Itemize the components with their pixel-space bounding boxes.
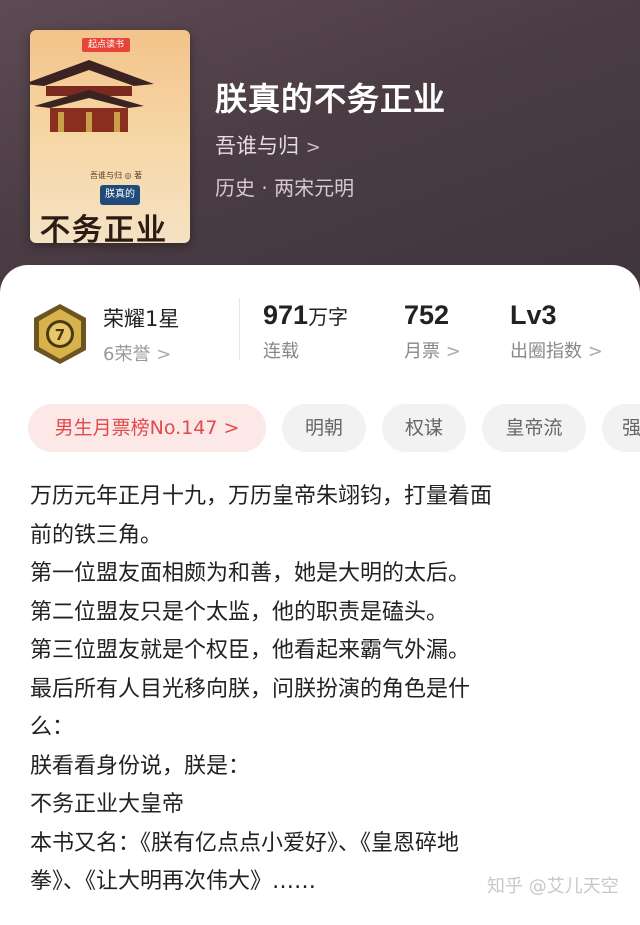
popularity-index-stat[interactable]: Lv3 出圈指数 >: [510, 300, 603, 363]
tag-ranking[interactable]: 男生月票榜No.147 >: [28, 404, 266, 452]
popularity-index-label: 出圈指数: [510, 341, 582, 362]
description-line: 最后所有人目光移向朕，问朕扮演的角色是什: [30, 676, 471, 702]
word-count-value: 971: [263, 300, 309, 330]
publisher-logo: 起点读书: [82, 38, 131, 52]
chevron-right-icon: >: [305, 137, 321, 158]
palace-roof-illustration: [30, 60, 154, 132]
stats-divider: [239, 298, 240, 360]
description-line: 第一位盟友面相颇为和善，她是大明的太后。: [30, 561, 471, 586]
book-title: 朕真的不务正业: [215, 80, 447, 118]
chevron-right-icon: >: [156, 344, 172, 365]
book-cover[interactable]: 起点读书 吾谁与归 ◎ 著 朕真的 不务正业: [30, 30, 190, 243]
monthly-votes-stat[interactable]: 752 月票 >: [404, 300, 461, 363]
honor-level: 荣耀1星: [103, 307, 180, 331]
book-description[interactable]: 万历元年正月十九，万历皇帝朱翊钧，打量着面 前的铁三角。 第一位盟友面相颇为和善…: [30, 478, 615, 902]
word-count-unit: 万字: [308, 305, 349, 329]
tag-intrigue[interactable]: 权谋: [382, 404, 466, 452]
description-line: 第二位盟友只是个太监，他的职责是磕头。: [30, 599, 449, 625]
chevron-right-icon: >: [445, 341, 461, 362]
tag-emperor[interactable]: 皇帝流: [482, 404, 586, 452]
description-line: 不务正业大皇帝: [30, 792, 185, 817]
status-label: 连载: [263, 341, 299, 362]
honor-count-link[interactable]: 6荣誉 >: [103, 340, 171, 366]
chevron-right-icon: >: [587, 341, 603, 362]
honor-count: 6荣誉: [103, 344, 151, 365]
word-count-stat: 971万字 连载: [263, 300, 348, 363]
svg-text:7: 7: [55, 326, 65, 344]
description-line: 第三位盟友就是个权臣，他看起来霸气外漏。: [30, 638, 471, 663]
monthly-votes-label: 月票: [404, 341, 440, 362]
monthly-votes-value: 752: [404, 300, 450, 330]
book-header: 起点读书 吾谁与归 ◎ 著 朕真的 不务正业 朕真的不务正业 吾谁与归 > 历史…: [0, 0, 640, 300]
tag-ming-dynasty[interactable]: 明朝: [282, 404, 366, 452]
cover-title-small: 朕真的: [100, 185, 140, 205]
description-line: 本书又名：《朕有亿点点小爱好》、《皇恩碎地: [30, 830, 460, 856]
cover-author-caption: 吾谁与归 ◎ 著: [90, 171, 143, 180]
popularity-level-value: Lv3: [510, 300, 557, 330]
description-line: 么：: [30, 715, 75, 740]
description-line: 前的铁三角。: [30, 522, 163, 548]
author-link[interactable]: 吾谁与归 >: [215, 130, 321, 160]
honor-badge-icon[interactable]: 7: [30, 302, 90, 366]
description-line: 万历元年正月十九，万历皇帝朱翊钧，打量着面: [30, 484, 493, 509]
zhihu-watermark: 知乎 @艾儿天空: [487, 876, 619, 897]
book-genre: 历史 · 两宋元明: [215, 176, 355, 200]
author-name: 吾谁与归: [215, 134, 299, 158]
cover-title-big: 不务正业: [40, 213, 168, 243]
description-line: 朕看看身份说，朕是：: [30, 753, 251, 779]
